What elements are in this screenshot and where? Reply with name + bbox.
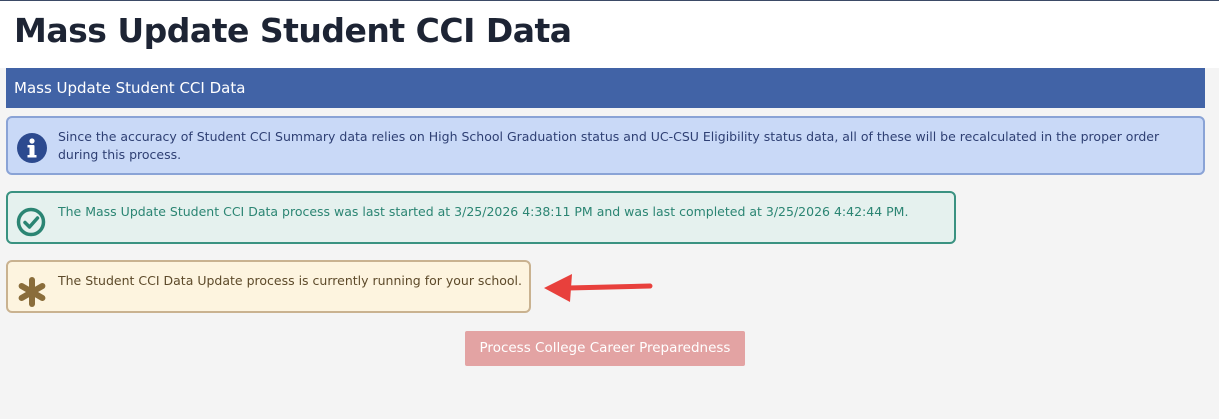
info-alert: Since the accuracy of Student CCI Summar… — [6, 116, 1205, 175]
warning-alert: The Student CCI Data Update process is c… — [6, 260, 531, 313]
check-circle-icon — [16, 207, 46, 242]
title-bar: Mass Update Student CCI Data — [0, 1, 1219, 68]
asterisk-icon — [16, 276, 48, 313]
annotation-arrow-icon — [540, 268, 660, 312]
info-alert-text: Since the accuracy of Student CCI Summar… — [58, 129, 1160, 162]
section-header: Mass Update Student CCI Data — [6, 68, 1205, 108]
page-title: Mass Update Student CCI Data — [14, 11, 572, 50]
warning-alert-text: The Student CCI Data Update process is c… — [58, 273, 522, 288]
process-ccp-button[interactable]: Process College Career Preparedness — [465, 331, 745, 366]
success-alert-text: The Mass Update Student CCI Data process… — [58, 204, 909, 219]
success-alert: The Mass Update Student CCI Data process… — [6, 191, 956, 244]
info-icon — [16, 132, 48, 169]
